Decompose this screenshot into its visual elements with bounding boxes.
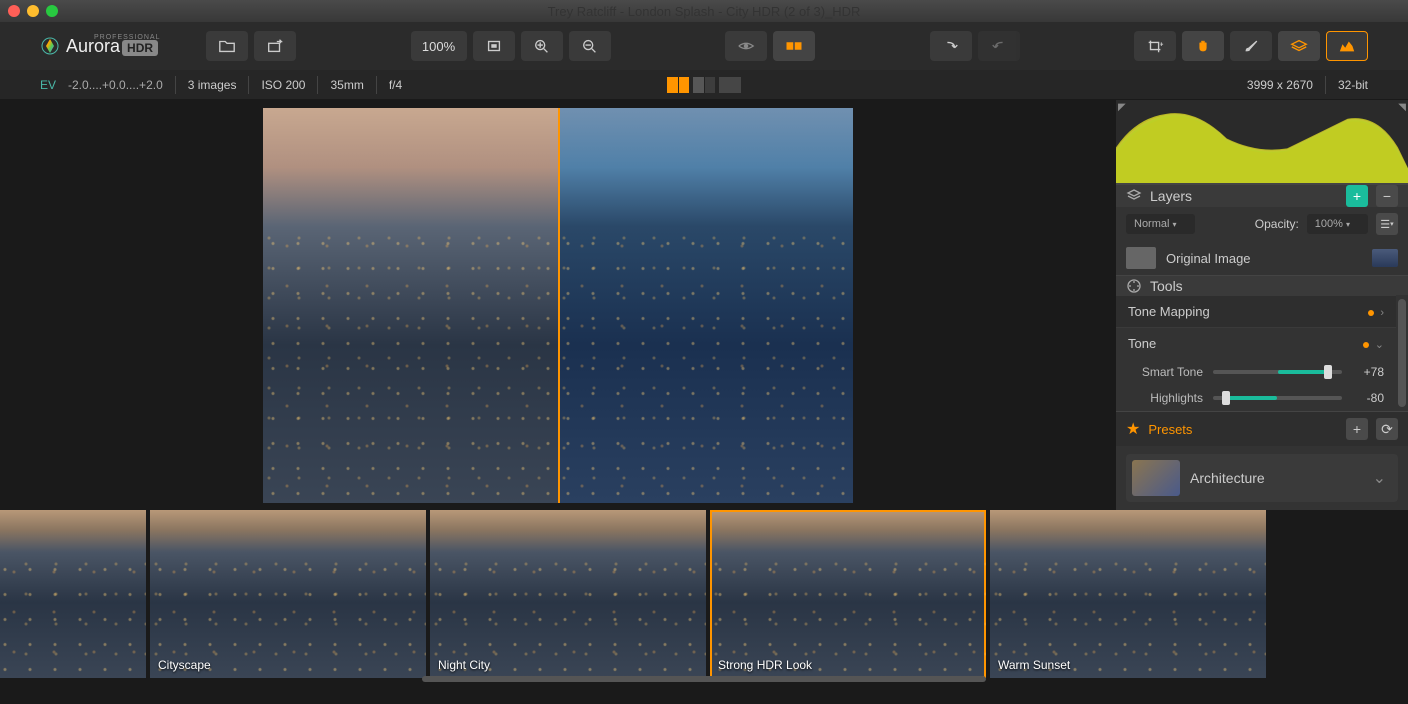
layer-mask-thumb [1126,247,1156,269]
undo-button[interactable] [930,31,972,61]
add-preset-button[interactable]: + [1346,418,1368,440]
refresh-presets-button[interactable]: ⟳ [1376,418,1398,440]
redo-button[interactable] [978,31,1020,61]
crop-tool-button[interactable] [1134,31,1176,61]
remove-layer-button[interactable]: − [1376,185,1398,207]
compare-view-button[interactable] [773,31,815,61]
presets-header: ★ Presets + ⟳ [1116,411,1408,446]
layer-preview-thumb [1372,249,1398,267]
info-bar: EV -2.0....+0.0....+2.0 3 images ISO 200… [0,70,1408,100]
preset-thumbnail[interactable]: Warm Sunset [990,510,1266,678]
compare-mode-single[interactable] [719,77,741,93]
tone-mapping-tool[interactable]: Tone Mapping › [1116,295,1396,327]
highlights-slider[interactable] [1213,396,1342,400]
histogram[interactable]: ◤ ◥ [1116,100,1408,184]
highlight-clip-icon: ◥ [1398,102,1406,113]
ev-label: EV [40,78,56,92]
compare-view [263,108,853,503]
zoom-in-button[interactable] [521,31,563,61]
star-icon: ★ [1126,419,1140,439]
focal-length: 35mm [330,78,363,92]
smart-tone-slider[interactable] [1213,370,1342,374]
chevron-down-icon: ⌄ [1373,468,1386,488]
opacity-label: Opacity: [1255,217,1299,231]
smart-tone-slider-row: Smart Tone +78 [1116,359,1396,385]
image-count: 3 images [188,78,237,92]
after-image [558,108,853,503]
open-file-button[interactable] [206,31,248,61]
title-bar: Trey Ratcliff - London Splash - City HDR… [0,0,1408,22]
brush-tool-button[interactable] [1230,31,1272,61]
layers-icon [1126,188,1142,204]
top-toolbar: PROFESSIONAL AuroraHDR 100% [0,22,1408,70]
zoom-out-button[interactable] [569,31,611,61]
layer-name: Original Image [1166,251,1251,266]
preset-thumbnail[interactable]: hitecture Soft [0,510,146,678]
layer-item[interactable]: Original Image [1116,241,1408,275]
category-thumb [1132,460,1180,496]
preset-strip: hitecture Soft Cityscape Night City Stro… [0,510,1408,682]
zoom-level-button[interactable]: 100% [411,31,467,61]
layers-panel-header: Layers + − [1116,184,1408,207]
canvas-area[interactable] [0,100,1116,510]
app-logo: PROFESSIONAL AuroraHDR [40,36,158,57]
image-dimensions: 3999 x 2670 [1247,78,1313,92]
shadow-clip-icon: ◤ [1118,102,1126,113]
add-layer-button[interactable]: + [1346,185,1368,207]
layer-menu-button[interactable]: ☰▾ [1376,213,1398,235]
minimize-window-button[interactable] [27,5,39,17]
close-window-button[interactable] [8,5,20,17]
preset-thumbnail[interactable]: Night City [430,510,706,678]
aperture-value: f/4 [389,78,402,92]
right-panel: ◤ ◥ Layers + − Normal ▾ Opacity: 100% ▾ … [1116,100,1408,510]
tools-title: Tools [1150,278,1398,294]
fit-screen-button[interactable] [473,31,515,61]
tools-panel-header: Tools [1116,275,1408,295]
preview-toggle-button[interactable] [725,31,767,61]
compare-mode-split[interactable] [667,77,689,93]
layers-tool-button[interactable] [1278,31,1320,61]
compare-mode-selector [667,77,741,93]
tools-icon [1126,278,1142,294]
iso-value: ISO 200 [261,78,305,92]
before-image [263,108,558,503]
tone-tool[interactable]: Tone ⌄ [1116,327,1396,359]
preset-thumbnail[interactable]: Cityscape [150,510,426,678]
preset-category-dropdown[interactable]: Architecture ⌄ [1126,454,1398,502]
tools-scrollbar[interactable] [1398,299,1406,407]
bit-depth: 32-bit [1338,78,1368,92]
ev-values: -2.0....+0.0....+2.0 [68,78,163,92]
highlights-slider-row: Highlights -80 [1116,385,1396,411]
maximize-window-button[interactable] [46,5,58,17]
histogram-tool-button[interactable] [1326,31,1368,61]
window-title: Trey Ratcliff - London Splash - City HDR… [548,4,861,19]
compare-slider[interactable] [558,108,560,503]
opacity-dropdown[interactable]: 100% ▾ [1307,214,1368,234]
layers-title: Layers [1150,188,1338,204]
preset-thumbnail[interactable]: Strong HDR Look [710,510,986,678]
blend-mode-dropdown[interactable]: Normal ▾ [1126,214,1195,234]
preset-scrollbar[interactable] [422,676,985,682]
hand-tool-button[interactable] [1182,31,1224,61]
export-button[interactable] [254,31,296,61]
compare-mode-side[interactable] [693,77,715,93]
